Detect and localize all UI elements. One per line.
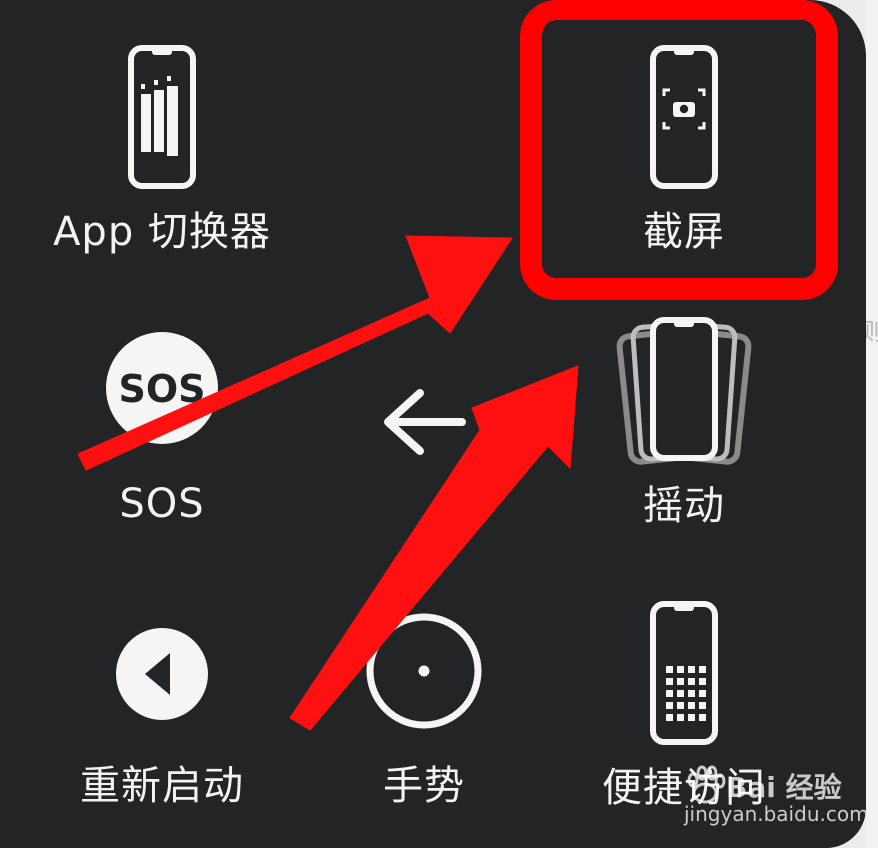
menu-item-gesture-label: 手势 xyxy=(383,763,465,809)
menu-item-shake[interactable]: 摇动 xyxy=(574,306,794,546)
background-page-edge xyxy=(866,0,878,848)
sos-badge-text: SOS xyxy=(118,367,205,411)
screen: 则 App 切换器 截屏 SOS SOS 摇动 重新启动 手势 便捷访问 Bai… xyxy=(0,0,878,848)
menu-item-sos[interactable]: SOS SOS xyxy=(52,326,272,566)
assistive-touch-menu: App 切换器 截屏 SOS SOS 摇动 重新启动 手势 便捷访问 Bai 经… xyxy=(0,0,866,848)
watermark: Bai 经验 jingyan.baidu.com xyxy=(684,754,866,834)
sos-icon: SOS xyxy=(106,332,218,444)
restart-icon xyxy=(116,628,208,720)
menu-item-app-switcher-label: App 切换器 xyxy=(53,209,271,255)
menu-item-screenshot[interactable]: 截屏 xyxy=(574,36,794,276)
menu-item-screenshot-label: 截屏 xyxy=(643,209,725,255)
menu-item-gesture[interactable]: 手势 xyxy=(314,600,534,840)
menu-item-app-switcher[interactable]: App 切换器 xyxy=(52,36,272,276)
app-switcher-icon xyxy=(128,45,196,189)
gesture-icon xyxy=(366,613,482,729)
menu-item-restart-label: 重新启动 xyxy=(80,763,244,809)
shake-icon xyxy=(616,317,752,465)
keypad-phone-icon xyxy=(650,601,718,745)
screenshot-icon xyxy=(650,45,718,189)
menu-item-shake-label: 摇动 xyxy=(643,483,725,529)
watermark-url: jingyan.baidu.com xyxy=(684,802,866,826)
back-arrow-icon xyxy=(384,389,466,455)
menu-item-back[interactable] xyxy=(378,385,470,463)
menu-item-restart[interactable]: 重新启动 xyxy=(52,600,272,840)
watermark-brand: Bai 经验 xyxy=(726,771,842,804)
menu-item-sos-label: SOS xyxy=(119,481,205,527)
